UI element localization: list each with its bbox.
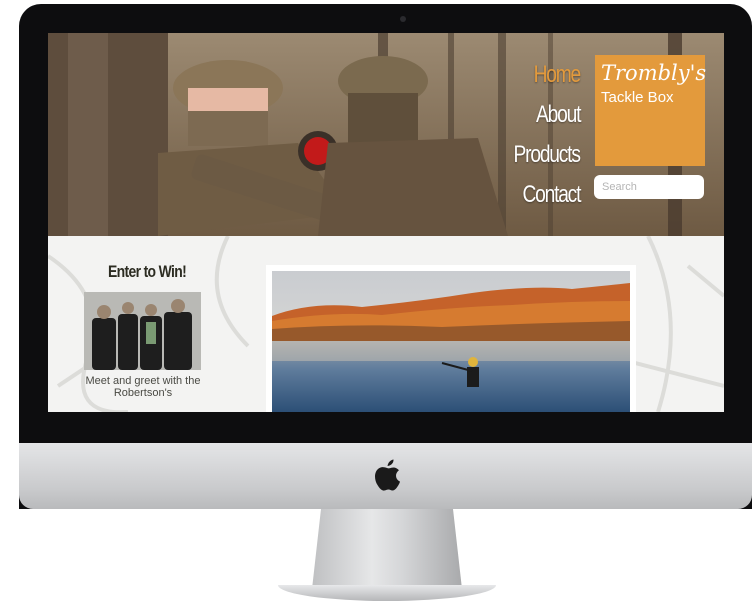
hero-banner: Home About Products Contact Trombly's Ta… [48, 33, 724, 236]
website-screen: Home About Products Contact Trombly's Ta… [48, 33, 724, 412]
nav-item-about[interactable]: About [536, 95, 581, 135]
fly-fishing-river-photo[interactable] [272, 271, 630, 412]
main-nav: Home About Products Contact [510, 55, 582, 215]
feature-photo-frame [266, 265, 636, 412]
nav-item-products[interactable]: Products [514, 135, 581, 175]
content-area: Enter to Win! Meet and greet with the Ro… [48, 236, 724, 412]
search-input[interactable] [594, 175, 704, 199]
logo-subtitle: Tackle Box [601, 89, 674, 106]
promo-caption: Meet and greet with the Robertson's [85, 375, 201, 399]
logo-title: Trombly's [601, 61, 707, 85]
nav-item-home[interactable]: Home [534, 55, 582, 95]
nav-item-contact[interactable]: Contact [522, 175, 581, 215]
site-logo[interactable]: Trombly's Tackle Box [595, 55, 707, 166]
imac-stand [312, 509, 462, 589]
imac-base [278, 585, 496, 601]
apple-logo-icon [375, 459, 400, 491]
promo-photo[interactable] [84, 292, 201, 370]
promo-title: Enter to Win! [108, 262, 187, 281]
camera-icon [400, 16, 406, 22]
